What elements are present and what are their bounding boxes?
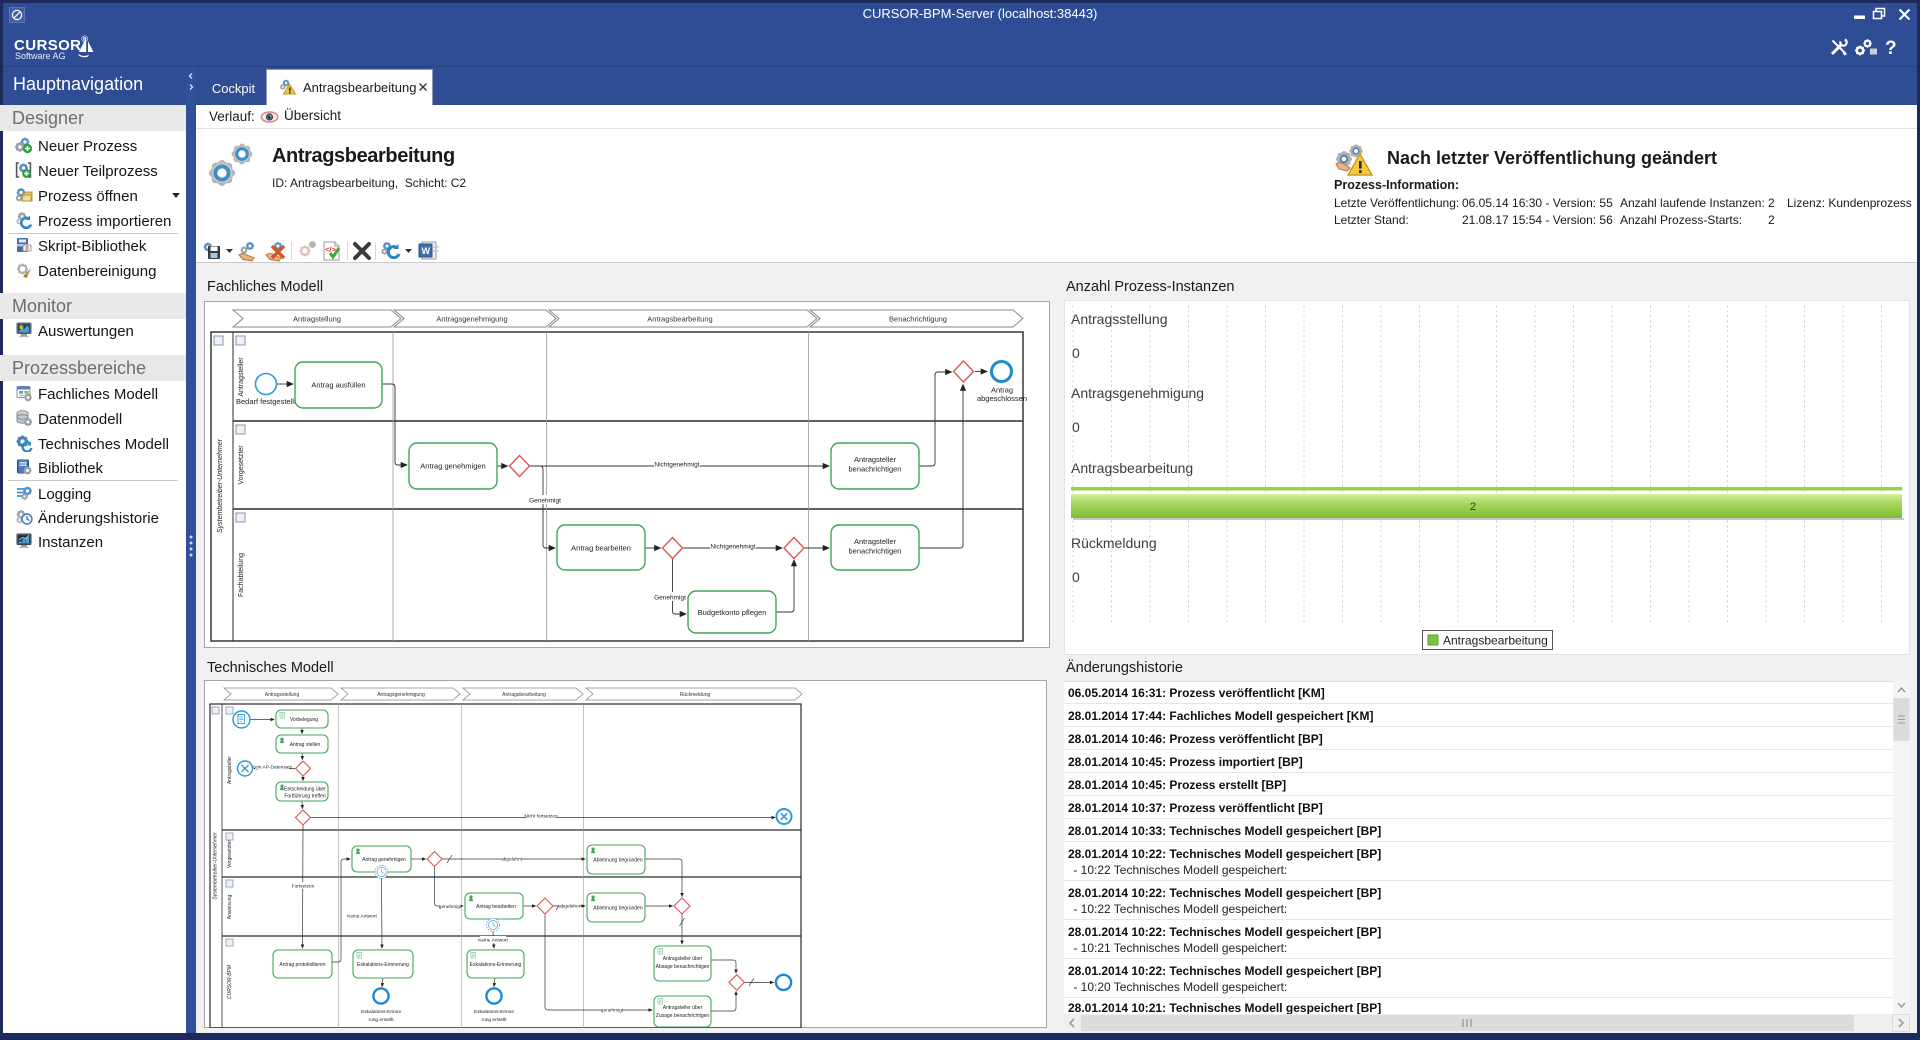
svg-text:Antragsteller über: Antragsteller über [663, 1005, 703, 1011]
svg-text:Bedarf festgestellt: Bedarf festgestellt [236, 397, 297, 406]
svg-text:Antragsgenehmigung: Antragsgenehmigung [1071, 385, 1204, 401]
svg-text:genehmigt: genehmigt [601, 1008, 624, 1014]
svg-text:Antrag genehmigen: Antrag genehmigen [420, 462, 485, 471]
svg-text:Antragstellung: Antragstellung [293, 315, 341, 324]
svg-text:Antragsbearbeitung: Antragsbearbeitung [1443, 634, 1548, 648]
svg-text:Antragsbearbeitung: Antragsbearbeitung [647, 315, 712, 324]
svg-text:Antrag bearbeiten: Antrag bearbeiten [476, 904, 516, 910]
svg-text:Nichtgenehmigt: Nichtgenehmigt [654, 462, 699, 469]
svg-text:Eskalations-Erinnerung: Eskalations-Erinnerung [470, 962, 522, 968]
svg-text:abgelehnt: abgelehnt [501, 857, 523, 863]
svg-text:0: 0 [1072, 345, 1080, 361]
svg-text:rung erstellt: rung erstellt [368, 1017, 394, 1023]
svg-text:Benachrichtigung: Benachrichtigung [889, 315, 947, 324]
svg-text:Antrag stellen: Antrag stellen [290, 742, 321, 748]
svg-text:Fachabteilung: Fachabteilung [238, 553, 245, 597]
svg-text:Antragsbearbeitung: Antragsbearbeitung [502, 692, 546, 698]
svg-text:Anweisung: Anweisung [227, 895, 233, 920]
svg-text:Antragsstellung: Antragsstellung [265, 692, 300, 698]
svg-text:Antragsteller: Antragsteller [854, 537, 897, 546]
svg-text:Eskalations-Erinne: Eskalations-Erinne [361, 1009, 401, 1015]
svg-text:Nicht fortsetzen: Nicht fortsetzen [524, 814, 558, 820]
svg-text:abgelehnt: abgelehnt [559, 904, 581, 910]
svg-text:Vorgesetzter: Vorgesetzter [227, 840, 233, 868]
svg-text:Rückmeldung: Rückmeldung [680, 692, 711, 698]
svg-text:Antragsgenehmigung: Antragsgenehmigung [436, 315, 507, 324]
svg-text:0: 0 [1072, 419, 1080, 435]
svg-text:Zusage benachrichtigen: Zusage benachrichtigen [656, 1013, 710, 1019]
svg-text:W: W [422, 246, 431, 256]
svg-text:Ablehnung begründen: Ablehnung begründen [593, 858, 642, 864]
svg-text:Ablehnung begründen: Ablehnung begründen [593, 906, 642, 912]
svg-text:2: 2 [1470, 501, 1476, 513]
svg-text:Vorgesetzter: Vorgesetzter [238, 445, 245, 485]
svg-text:Nichtgenehmigt: Nichtgenehmigt [710, 544, 755, 551]
svg-text:benachrichtigen: benachrichtigen [849, 465, 902, 474]
svg-text:Absage benachrichtigen: Absage benachrichtigen [656, 964, 710, 970]
svg-text:Antragsbearbeitung: Antragsbearbeitung [1071, 460, 1193, 476]
svg-text:Rückmeldung: Rückmeldung [1071, 535, 1157, 551]
svg-text:Antragsteller: Antragsteller [854, 455, 897, 464]
svg-text:Genehmigt: Genehmigt [654, 595, 686, 602]
svg-text:Entscheidung über: Entscheidung über [284, 787, 326, 793]
svg-text:Systembetreiber-Unternehmer: Systembetreiber-Unternehmer [217, 438, 224, 533]
svg-text:0: 0 [1072, 569, 1080, 585]
svg-text:rung erstellt: rung erstellt [481, 1017, 507, 1023]
svg-text:Keine Antwort: Keine Antwort [478, 938, 508, 944]
svg-text:Genehmigt: Genehmigt [529, 498, 561, 505]
svg-text:Antrag protokollieren: Antrag protokollieren [279, 962, 325, 968]
svg-text:Fortführung treffen: Fortführung treffen [284, 794, 326, 800]
svg-text:abgeschlossen: abgeschlossen [977, 394, 1027, 403]
svg-text:?: ? [1885, 38, 1897, 57]
svg-text:Keine Antwort: Keine Antwort [347, 914, 377, 920]
svg-text:Antrag ausfüllen: Antrag ausfüllen [311, 381, 365, 390]
svg-text:Antragsteller über: Antragsteller über [663, 956, 703, 962]
svg-text:Vorbelegung: Vorbelegung [290, 717, 318, 723]
svg-text:Fortsetzen: Fortsetzen [292, 884, 315, 890]
svg-text:benachrichtigen: benachrichtigen [849, 547, 902, 556]
svg-text:genehmigt: genehmigt [439, 904, 462, 910]
svg-text:Antrag bearbeiten: Antrag bearbeiten [571, 544, 631, 553]
svg-text:Antragsgenehmigung: Antragsgenehmigung [377, 692, 425, 698]
svg-text:Eskalations-Erinnerung: Eskalations-Erinnerung [357, 962, 409, 968]
svg-text:Budgetkonto pflegen: Budgetkonto pflegen [698, 608, 767, 617]
svg-text:Systembetreiber-Unternehmer: Systembetreiber-Unternehmer [213, 832, 219, 899]
svg-text:CURSOR-BPM: CURSOR-BPM [227, 964, 233, 999]
svg-text:Antrag genehmigen: Antrag genehmigen [362, 857, 406, 863]
svg-text:Antragsstellung: Antragsstellung [1071, 311, 1168, 327]
svg-text:Eskalations-Erinne: Eskalations-Erinne [474, 1009, 514, 1015]
svg-text:Kein AP-Datensatz: Kein AP-Datensatz [252, 765, 293, 771]
svg-text:Antragsteller: Antragsteller [238, 357, 245, 397]
svg-text:Antragsteller: Antragsteller [227, 756, 233, 784]
